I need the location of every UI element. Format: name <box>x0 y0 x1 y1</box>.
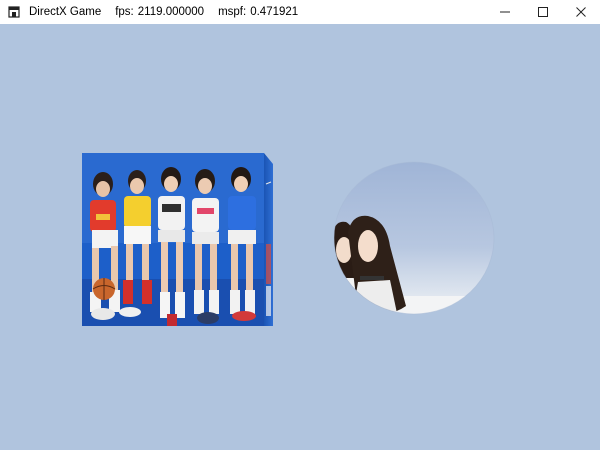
window-controls <box>486 0 600 24</box>
minimize-icon <box>500 11 510 13</box>
mspf-value: 0.471921 <box>250 6 299 18</box>
fps-value: 2119.000000 <box>137 6 205 18</box>
maximize-button[interactable] <box>524 0 562 24</box>
close-button[interactable] <box>562 0 600 24</box>
scene-canvas <box>0 24 600 450</box>
game-window-icon <box>8 6 20 18</box>
minimize-button[interactable] <box>486 0 524 24</box>
game-window: DirectX Game fps: 2119.000000 mspf: 0.47… <box>0 0 600 450</box>
maximize-icon <box>538 7 548 17</box>
window-title: DirectX Game <box>29 6 102 18</box>
mspf-label: mspf: <box>218 6 247 18</box>
textured-cube <box>82 153 273 326</box>
fps-label: fps: <box>115 6 134 18</box>
title-bar[interactable]: DirectX Game fps: 2119.000000 mspf: 0.47… <box>0 0 600 24</box>
close-icon <box>576 7 586 17</box>
render-viewport[interactable] <box>0 24 600 450</box>
